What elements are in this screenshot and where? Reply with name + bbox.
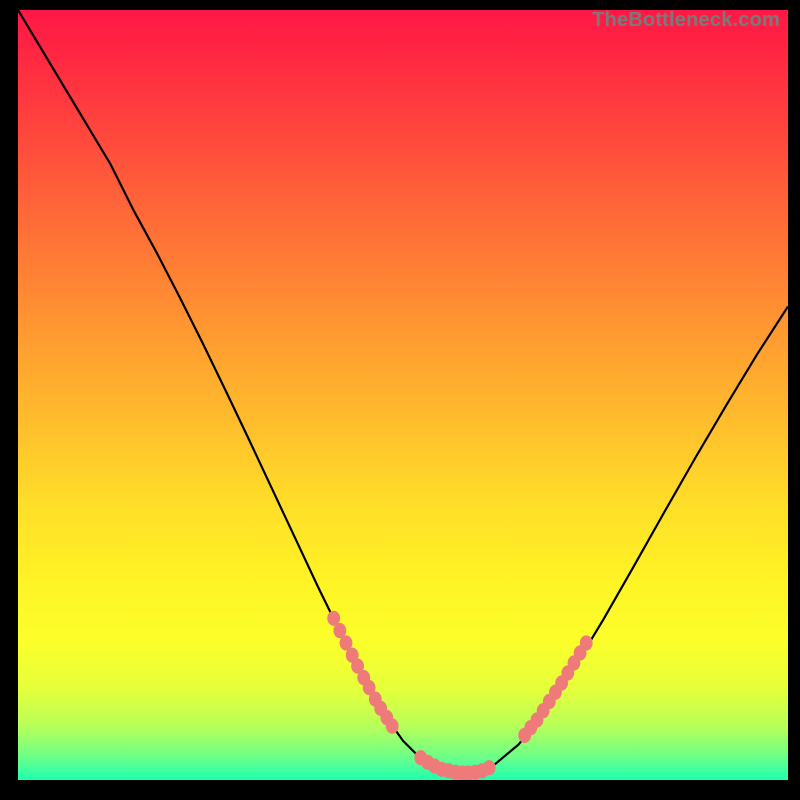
dot-markers [327,611,592,780]
bottleneck-curve [18,10,788,773]
dot-marker [580,635,593,650]
watermark-text: TheBottleneck.com [592,9,780,32]
chart-stage: TheBottleneck.com [0,0,800,800]
dot-marker [386,719,399,734]
dot-marker [483,760,496,775]
chart-overlay-svg [18,10,788,780]
chart-plot-area: TheBottleneck.com [18,10,788,780]
